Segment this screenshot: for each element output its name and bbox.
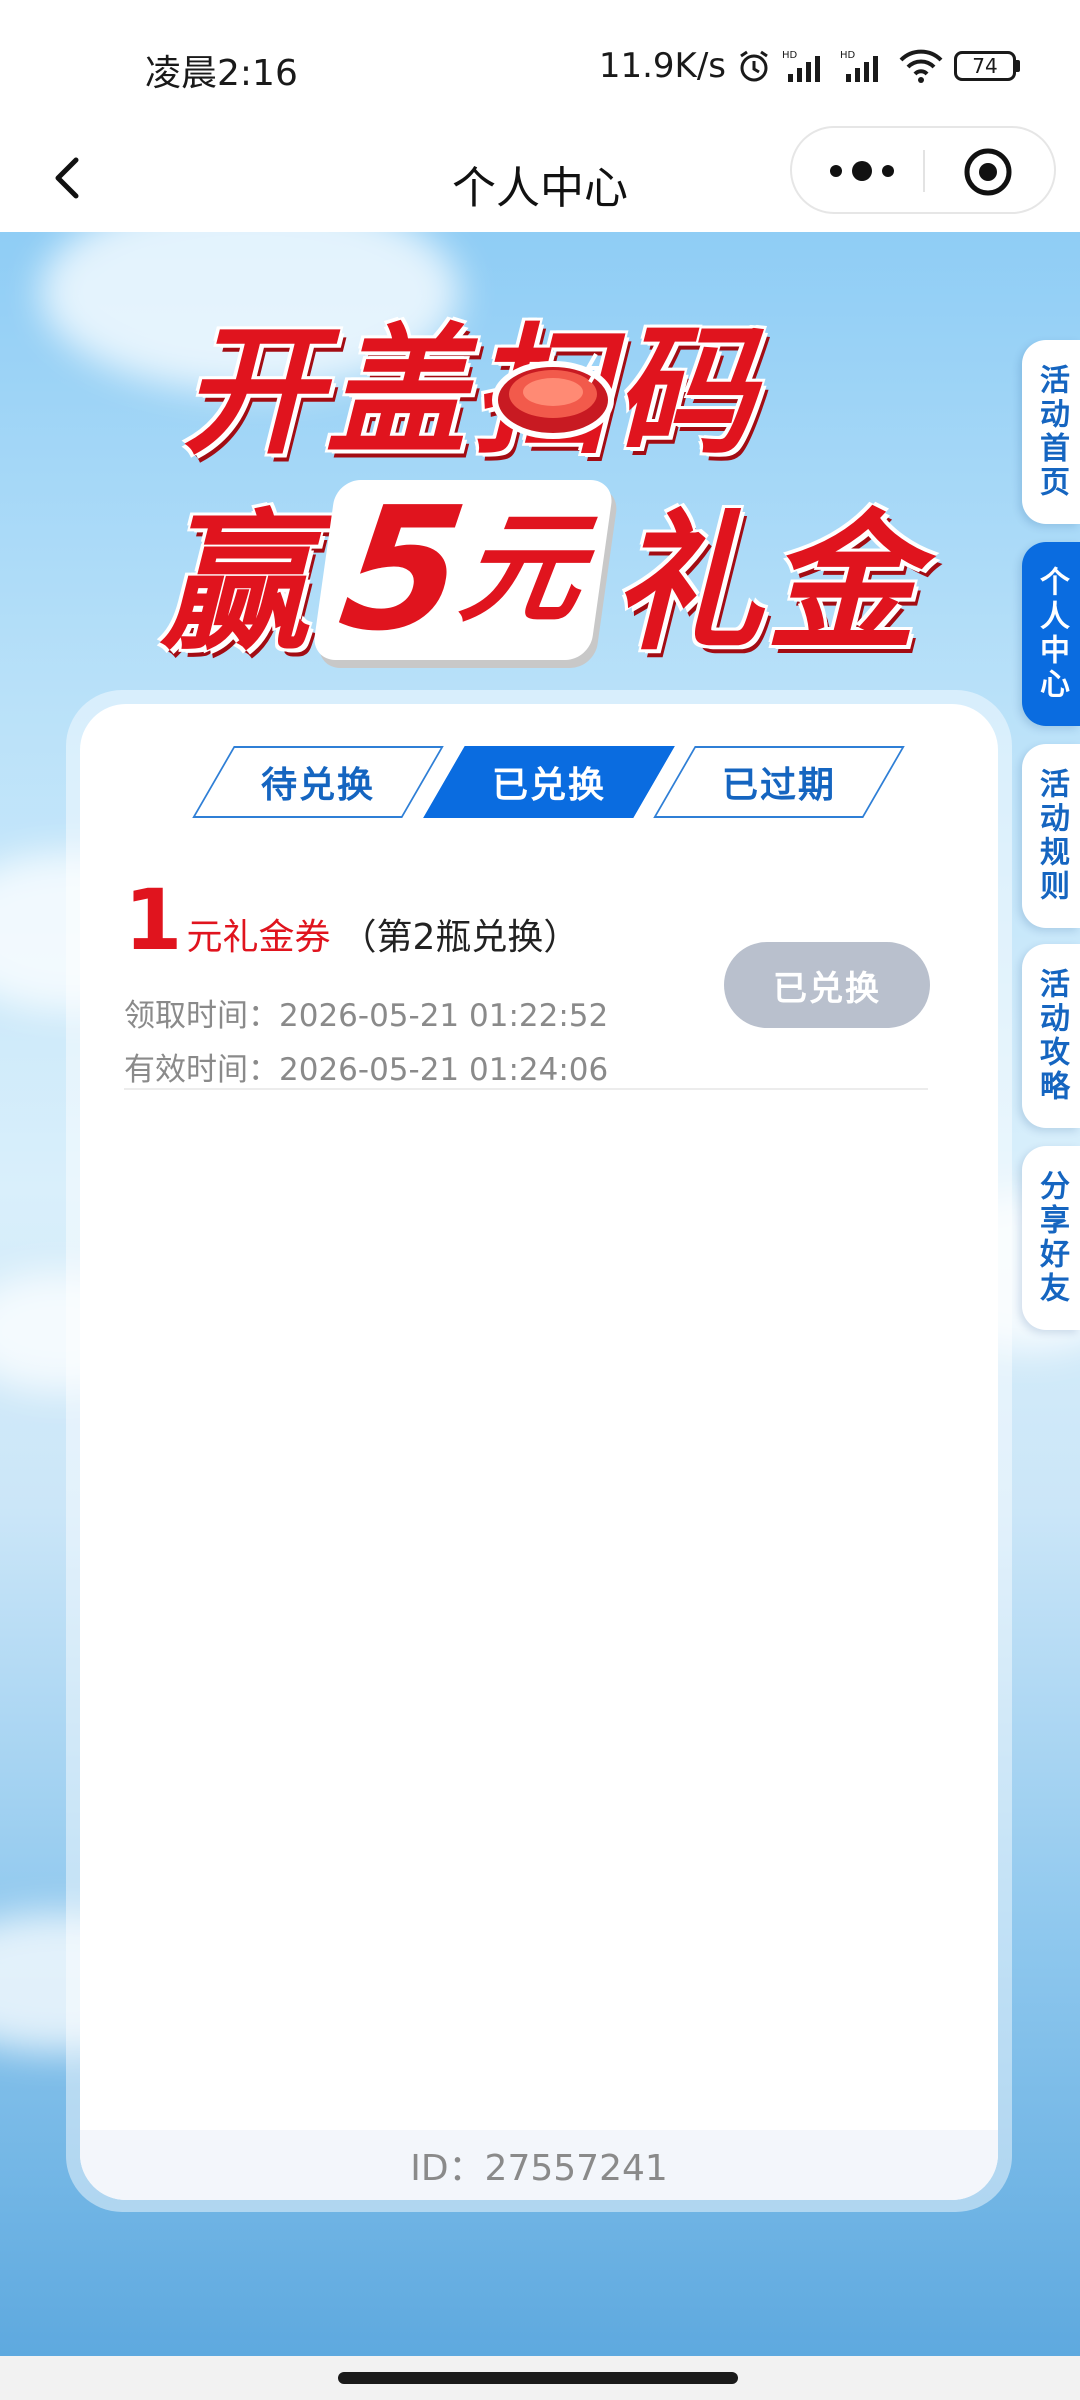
coupon-amount: 1 xyxy=(124,871,183,969)
coupon-card: 待兑换 已兑换 已过期 1 元礼金券 （第2瓶兑换） 领取时间：2026-05-… xyxy=(80,704,998,2200)
more-button[interactable] xyxy=(822,148,902,194)
svg-text:HD: HD xyxy=(782,50,798,61)
coupon-unit: 元礼金券 xyxy=(186,917,331,958)
coupon-record: 1 元礼金券 （第2瓶兑换） 领取时间：2026-05-21 01:22:52 … xyxy=(124,878,930,1090)
close-mini-program-button[interactable] xyxy=(962,146,1014,198)
user-id: ID：27557241 xyxy=(80,2130,998,2200)
side-tab-home[interactable]: 活动首页 xyxy=(1022,340,1080,524)
banner-headline-1: 开盖扫码 xyxy=(181,311,758,474)
banner-headline-2: 赢 5 元 礼金 xyxy=(159,471,921,671)
home-indicator[interactable] xyxy=(338,2372,738,2384)
tab-redeemed[interactable]: 已兑换 xyxy=(423,746,675,818)
more-dots-icon xyxy=(830,161,894,181)
side-tab-profile[interactable]: 个人中心 xyxy=(1022,542,1080,726)
status-time: 凌晨2:16 xyxy=(145,53,298,94)
battery-level: 74 xyxy=(954,51,1016,81)
signal-hd-icon: HD xyxy=(782,48,830,84)
side-tab-guide[interactable]: 活动攻略 xyxy=(1022,944,1080,1128)
net-speed: 11.9K/s xyxy=(598,46,726,86)
tab-expired[interactable]: 已过期 xyxy=(653,746,905,818)
coupon-tabs: 待兑换 已兑换 已过期 xyxy=(80,746,998,820)
target-icon xyxy=(964,148,1012,196)
battery-icon: 74 xyxy=(954,51,1020,81)
svg-text:HD: HD xyxy=(840,50,856,61)
wifi-icon xyxy=(898,48,944,84)
status-bar: 凌晨2:16 11.9K/s HD HD 74 xyxy=(0,0,1080,126)
status-icons: 11.9K/s HD HD 74 xyxy=(599,44,1020,88)
coupon-note: （第2瓶兑换） xyxy=(340,917,580,958)
alarm-icon xyxy=(736,48,772,84)
bottle-cap-icon xyxy=(478,340,628,450)
side-tab-share[interactable]: 分享好友 xyxy=(1022,1146,1080,1330)
side-tab-rules[interactable]: 活动规则 xyxy=(1022,744,1080,928)
nav-bar: 个人中心 xyxy=(0,126,1080,232)
mini-program-capsule xyxy=(790,126,1056,214)
signal-hd-icon-2: HD xyxy=(840,48,888,84)
redeemed-status-button[interactable]: 已兑换 xyxy=(724,942,930,1028)
coupon-title: 1 元礼金券 （第2瓶兑换） xyxy=(124,878,579,968)
receive-time: 领取时间：2026-05-21 01:22:52 xyxy=(124,998,609,1034)
tab-pending[interactable]: 待兑换 xyxy=(192,746,444,818)
gesture-bar xyxy=(0,2356,1080,2400)
banner-amount-box: 5 元 xyxy=(311,471,615,669)
valid-time: 有效时间：2026-05-21 01:24:06 xyxy=(124,1052,609,1088)
